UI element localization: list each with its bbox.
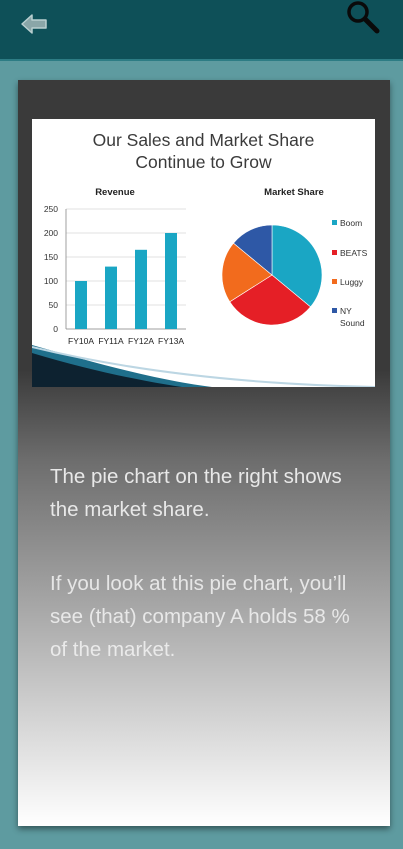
legend-swatch: [332, 220, 337, 225]
x-tick-label: FY13A: [158, 336, 184, 346]
bar-fy11a: [105, 266, 117, 329]
bar-fy12a: [135, 249, 147, 329]
legend-label: NY: [340, 306, 352, 316]
y-tick-label: 0: [53, 324, 58, 334]
legend-label: Sound: [340, 318, 365, 328]
legend-swatch: [332, 308, 337, 313]
top-app-bar: [0, 0, 403, 61]
back-arrow-icon: [21, 14, 47, 34]
slide-preview[interactable]: Our Sales and Market Share Continue to G…: [32, 117, 375, 387]
slide-charts: Revenue 0 50 100 150 200 250 FY10A FY11A FY12A FY1…: [32, 187, 375, 387]
bar-chart-title: Revenue: [95, 187, 135, 198]
y-tick-label: 50: [49, 300, 59, 310]
caption-paragraph-2: If you look at this pie chart, you’ll se…: [50, 572, 350, 661]
x-tick-label: FY12A: [128, 336, 154, 346]
y-tick-label: 150: [44, 252, 58, 262]
x-tick-label: FY10A: [68, 336, 94, 346]
search-icon: [347, 1, 380, 34]
caption-paragraph-1: The pie chart on the right shows the mar…: [50, 465, 342, 521]
legend-swatch: [332, 279, 337, 284]
legend-label: BEATS: [340, 248, 368, 258]
legend-label: Boom: [340, 218, 362, 228]
x-tick-label: FY11A: [98, 336, 124, 346]
content-card: Our Sales and Market Share Continue to G…: [18, 80, 390, 826]
search-button[interactable]: [343, 0, 383, 36]
legend-label: Luggy: [340, 277, 364, 287]
back-button[interactable]: [18, 10, 50, 38]
pie-chart-title: Market Share: [264, 187, 324, 198]
bar-fy10a: [75, 281, 87, 329]
legend-swatch: [332, 250, 337, 255]
y-tick-label: 200: [44, 228, 58, 238]
bar-fy13a: [165, 233, 177, 329]
y-tick-label: 100: [44, 276, 58, 286]
y-tick-label: 250: [44, 204, 58, 214]
